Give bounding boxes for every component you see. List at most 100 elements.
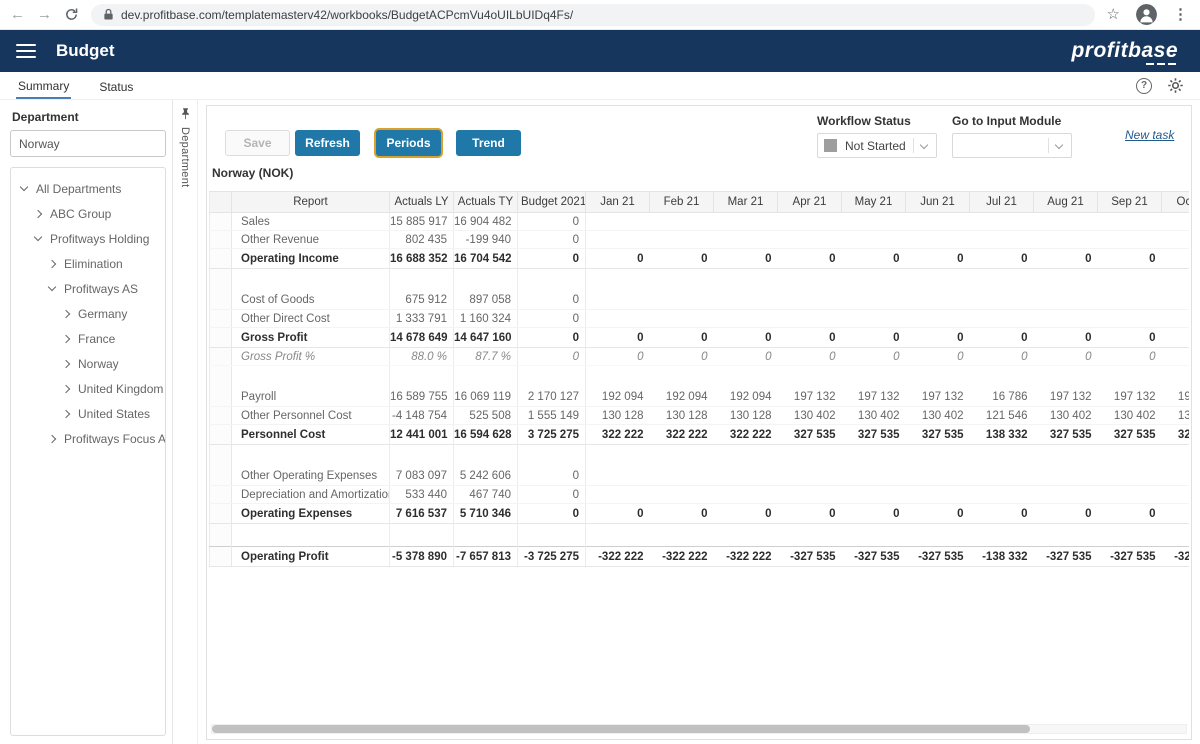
grid-cell[interactable]: 0 [585, 347, 650, 366]
grid-cell[interactable] [841, 309, 906, 328]
grid-cell[interactable]: -5 378 890 [389, 546, 454, 567]
grid-cell[interactable]: 0 [713, 327, 778, 348]
grid-cell[interactable] [586, 524, 650, 547]
grid-cell[interactable]: 0 [777, 248, 842, 269]
grid-cell[interactable] [1034, 269, 1098, 292]
grid-cell[interactable]: 197 132 [841, 388, 906, 407]
grid-cell[interactable] [905, 485, 970, 504]
grid-cell[interactable]: -327 535 [905, 546, 970, 567]
chevron-down-icon[interactable] [47, 282, 57, 292]
grid-cell[interactable] [906, 366, 970, 389]
grid-cell[interactable]: 16 904 482 [453, 212, 518, 231]
row-handle[interactable] [209, 467, 232, 486]
grid-cell[interactable]: 0 [517, 291, 586, 310]
chevron-right-icon[interactable] [61, 334, 71, 343]
grid-cell[interactable]: 16 704 542 [453, 248, 518, 269]
grid-cell[interactable]: 130 402 [1033, 406, 1098, 425]
grid-cell[interactable] [649, 467, 714, 486]
input-module-select[interactable] [952, 133, 1072, 158]
grid-cell[interactable] [1161, 291, 1189, 310]
grid-cell[interactable]: 14 647 160 [453, 327, 518, 348]
grid-cell[interactable] [777, 212, 842, 231]
grid-cell[interactable] [650, 445, 714, 468]
grid-cell[interactable] [841, 485, 906, 504]
grid-cell[interactable]: 0 [713, 347, 778, 366]
row-handle[interactable] [209, 485, 232, 504]
settings-gear-icon[interactable] [1167, 77, 1184, 94]
grid-cell[interactable]: 0 [1097, 347, 1162, 366]
grid-cell[interactable] [1033, 212, 1098, 231]
grid-cell[interactable] [713, 212, 778, 231]
grid-cell[interactable] [777, 309, 842, 328]
pin-icon[interactable] [179, 107, 192, 120]
grid-cell[interactable] [713, 291, 778, 310]
grid-cell[interactable] [649, 485, 714, 504]
grid-cell[interactable]: 0 [777, 327, 842, 348]
column-header[interactable]: May 21 [841, 191, 906, 213]
grid-cell[interactable] [713, 485, 778, 504]
grid-cell[interactable] [1161, 467, 1189, 486]
grid-cell[interactable] [517, 268, 586, 292]
grid-cell[interactable]: -327 535 [1161, 546, 1189, 567]
row-handle[interactable] [209, 347, 232, 366]
grid-cell[interactable]: 121 546 [969, 406, 1034, 425]
grid-cell[interactable] [389, 365, 454, 389]
grid-cell[interactable]: 5 242 606 [453, 467, 518, 486]
grid-cell[interactable] [969, 230, 1034, 249]
grid-cell[interactable]: 0 [1033, 327, 1098, 348]
grid-cell[interactable]: 0 [649, 503, 714, 524]
tree-item-united-kingdom[interactable]: United Kingdom [15, 376, 163, 401]
grid-cell[interactable]: 130 402 [905, 406, 970, 425]
grid-cell[interactable]: 0 [517, 248, 586, 269]
grid-cell[interactable] [714, 366, 778, 389]
grid-cell[interactable] [713, 467, 778, 486]
grid-cell[interactable]: 675 912 [389, 291, 454, 310]
chevron-down-icon[interactable] [33, 232, 43, 242]
grid-cell[interactable]: 0 [1033, 248, 1098, 269]
grid-cell[interactable] [969, 309, 1034, 328]
grid-cell[interactable]: 0 [1097, 248, 1162, 269]
grid-cell[interactable]: 0 [649, 347, 714, 366]
row-handle[interactable] [209, 546, 232, 567]
horizontal-scrollbar[interactable] [211, 724, 1187, 734]
row-handle[interactable] [209, 424, 232, 445]
grid-cell[interactable]: 0 [517, 309, 586, 328]
grid-cell[interactable]: 1 555 149 [517, 406, 586, 425]
grid-cell[interactable] [714, 269, 778, 292]
grid-cell[interactable]: 0 [841, 248, 906, 269]
grid-cell[interactable]: -327 535 [1097, 546, 1162, 567]
grid-cell[interactable] [713, 230, 778, 249]
grid-cell[interactable] [650, 269, 714, 292]
grid-cell[interactable] [778, 366, 842, 389]
row-handle[interactable] [209, 503, 232, 524]
grid-cell[interactable] [906, 269, 970, 292]
grid-cell[interactable] [714, 445, 778, 468]
trend-button[interactable]: Trend [456, 130, 521, 156]
grid-cell[interactable] [453, 444, 518, 468]
grid-cell[interactable] [1097, 212, 1162, 231]
reload-icon[interactable] [64, 7, 79, 22]
grid-cell[interactable] [1162, 445, 1190, 468]
tree-item-france[interactable]: France [15, 326, 161, 351]
grid-cell[interactable] [969, 485, 1034, 504]
grid-cell[interactable] [969, 467, 1034, 486]
grid-cell[interactable]: 138 332 [969, 424, 1034, 445]
grid-cell[interactable] [1033, 291, 1098, 310]
grid-cell[interactable] [585, 309, 650, 328]
back-icon[interactable]: ← [10, 7, 25, 22]
grid-cell[interactable] [1033, 467, 1098, 486]
tree-item-elimination[interactable]: Elimination [15, 251, 161, 276]
chevron-right-icon[interactable] [61, 309, 71, 318]
grid-cell[interactable]: 0 [969, 327, 1034, 348]
grid-cell[interactable]: 0 [969, 347, 1034, 366]
grid-cell[interactable] [970, 524, 1034, 547]
help-icon[interactable]: ? [1136, 77, 1152, 94]
grid-cell[interactable]: 525 508 [453, 406, 518, 425]
grid-cell[interactable]: 0 [841, 503, 906, 524]
grid-cell[interactable]: 87.7 % [453, 347, 518, 366]
grid-cell[interactable]: 1 333 791 [389, 309, 454, 328]
grid-cell[interactable] [586, 269, 650, 292]
column-header[interactable]: Apr 21 [777, 191, 842, 213]
grid-cell[interactable] [1097, 485, 1162, 504]
row-handle[interactable] [209, 523, 232, 547]
